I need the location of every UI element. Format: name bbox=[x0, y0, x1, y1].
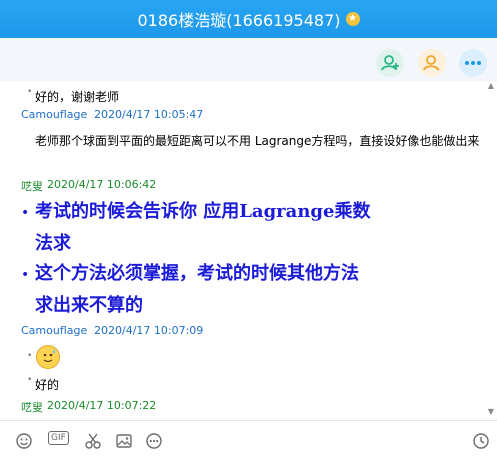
add-user-icon bbox=[381, 55, 399, 71]
add-friend-button[interactable] bbox=[376, 49, 404, 77]
more-icon bbox=[465, 61, 481, 65]
more-button[interactable] bbox=[459, 49, 487, 77]
sender-name: Camouflage bbox=[21, 108, 88, 121]
sender-name: Camouflage bbox=[21, 324, 88, 337]
scissors-icon[interactable] bbox=[84, 432, 102, 454]
title-bar: 0186楼浩璇(1666195487) ★ bbox=[0, 0, 497, 38]
sweat-smile-emoji bbox=[36, 345, 60, 369]
sender-name: 呓叟 bbox=[21, 180, 43, 193]
window-title: 0186楼浩璇(1666195487) bbox=[137, 11, 341, 30]
scroll-up-icon[interactable]: ▲ bbox=[487, 82, 495, 90]
emoji-icon[interactable] bbox=[15, 432, 33, 454]
chat-toolbar bbox=[0, 38, 497, 82]
chat-scrollbar[interactable]: ▲ ▼ bbox=[485, 82, 497, 420]
message-time: 2020/4/17 10:07:22 bbox=[47, 399, 157, 412]
more-icon[interactable] bbox=[145, 432, 163, 454]
message-emoji: • bbox=[0, 342, 485, 372]
user-icon bbox=[423, 55, 440, 71]
sender-name: 呓叟 bbox=[21, 401, 43, 414]
message-time: 2020/4/17 10:07:09 bbox=[94, 324, 204, 337]
message-time: 2020/4/17 10:06:42 bbox=[47, 178, 157, 191]
history-icon[interactable] bbox=[472, 432, 490, 454]
star-icon: ★ bbox=[345, 12, 360, 26]
message-area[interactable]: • 好的，谢谢老师 Camouflage 2020/4/17 10:05:47 … bbox=[0, 82, 485, 420]
image-icon[interactable] bbox=[115, 432, 133, 454]
message-time: 2020/4/17 10:05:47 bbox=[94, 108, 204, 121]
gif-icon[interactable]: GIF bbox=[48, 431, 69, 445]
scroll-down-icon[interactable]: ▼ bbox=[487, 408, 495, 416]
composer-toolbar: GIF bbox=[0, 420, 497, 461]
profile-button[interactable] bbox=[418, 49, 446, 77]
